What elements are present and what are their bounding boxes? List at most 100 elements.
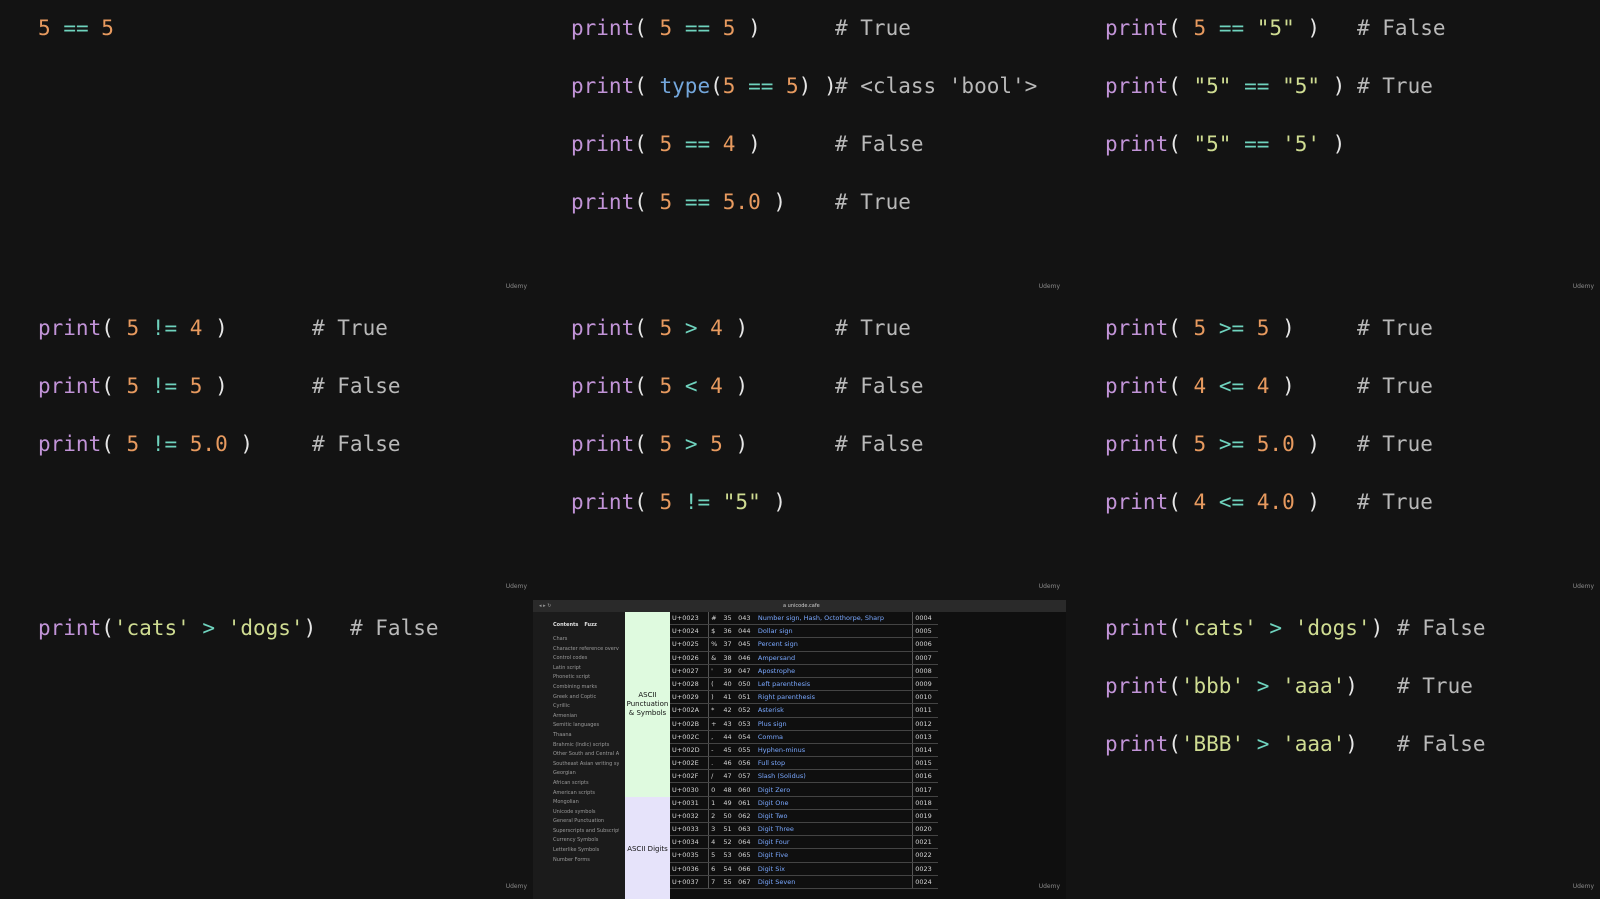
sidebar-item[interactable]: Mongolian bbox=[553, 799, 619, 809]
table-cell[interactable]: Full stop bbox=[755, 756, 913, 771]
table-cell[interactable]: Percent sign bbox=[755, 637, 913, 652]
table-row: U+0032 2 50 062 Digit Two 0019 bbox=[670, 809, 938, 824]
sidebar-item[interactable]: Unicode symbols bbox=[553, 809, 619, 819]
table-cell: U+002D bbox=[670, 743, 709, 758]
table-cell: U+002C bbox=[670, 730, 709, 744]
table-cell: 0010 bbox=[912, 690, 938, 705]
sidebar-item[interactable]: Semitic languages bbox=[553, 722, 619, 732]
table-cell: U+0023 bbox=[670, 612, 709, 626]
table-cell: 44 bbox=[721, 730, 737, 744]
code-comment: # <class 'bool'> bbox=[835, 74, 1038, 98]
table-cell: 046 bbox=[736, 651, 756, 665]
sidebar-item[interactable]: Brahmic (Indic) scripts bbox=[553, 742, 619, 752]
slide-panel-3: print( 5 == "5" ) # False print( "5" == "5… bbox=[1067, 0, 1600, 299]
code-comment: # True bbox=[1357, 74, 1433, 98]
sidebar-item[interactable]: Chars bbox=[553, 636, 619, 646]
table-cell: U+0026 bbox=[670, 651, 709, 665]
table-cell[interactable]: Asterisk bbox=[755, 703, 913, 718]
table-cell: 50 bbox=[721, 809, 737, 824]
table-cell: 53 bbox=[721, 848, 737, 863]
table-cell[interactable]: Digit One bbox=[755, 796, 913, 810]
group-cell: ASCII Punctuation & Symbols bbox=[625, 612, 670, 797]
table-cell: U+0029 bbox=[670, 690, 709, 705]
table-cell[interactable]: Comma bbox=[755, 730, 913, 744]
table-cell[interactable]: Digit Zero bbox=[755, 782, 913, 797]
table-cell[interactable]: Digit Two bbox=[755, 809, 913, 824]
table-cell[interactable]: Ampersand bbox=[755, 651, 913, 665]
table-cell[interactable]: Plus sign bbox=[755, 717, 913, 731]
sidebar-item[interactable]: Number Forms bbox=[553, 857, 619, 867]
table-cell: 35 bbox=[721, 612, 737, 626]
sidebar-item[interactable]: Cyrillic bbox=[553, 703, 619, 713]
table-row: U+0026 & 38 046 Ampersand 0007 bbox=[670, 651, 938, 665]
sidebar-item[interactable]: Superscripts and Subscripts bbox=[553, 828, 619, 838]
sidebar-tab[interactable]: Fuzz bbox=[584, 622, 597, 628]
sidebar-item[interactable]: American scripts bbox=[553, 790, 619, 800]
sidebar-item[interactable]: Thaana bbox=[553, 732, 619, 742]
table-cell[interactable]: Apostrophe bbox=[755, 664, 913, 678]
table-cell[interactable]: Digit Six bbox=[755, 862, 913, 876]
browser-nav-controls[interactable]: ◂ ▸ ↻ bbox=[539, 603, 551, 609]
sidebar-item[interactable]: Georgian bbox=[553, 770, 619, 780]
table-row: U+0027 ' 39 047 Apostrophe 0008 bbox=[670, 664, 938, 678]
sidebar-item[interactable]: Other South and Central Asian writing sy… bbox=[553, 751, 619, 761]
code-line: print( type(5 == 5) ) bbox=[571, 74, 837, 98]
table-cell: U+0031 bbox=[670, 796, 709, 810]
sidebar-item[interactable]: Character reference overview bbox=[553, 646, 619, 656]
table-row: U+002B +43 053 Plus sign 0012 bbox=[670, 717, 938, 731]
table-cell: % bbox=[708, 637, 722, 652]
table-cell[interactable]: Left parenthesis bbox=[755, 677, 913, 692]
udemy-watermark: Udemy bbox=[1038, 283, 1060, 290]
code-comment: # True bbox=[835, 16, 911, 40]
code-line: print( 5 == 5 ) bbox=[571, 16, 761, 40]
sidebar-item[interactable]: Currency Symbols bbox=[553, 837, 619, 847]
table-cell[interactable]: Digit Five bbox=[755, 848, 913, 863]
table-cell: / bbox=[708, 769, 722, 784]
sidebar-item[interactable]: African scripts bbox=[553, 780, 619, 790]
address-bar[interactable]: a unicode.cafe bbox=[783, 603, 820, 609]
slide-panel-4: print( 5 != 4 ) # True print( 5 != 5 ) # Fa… bbox=[0, 300, 533, 599]
table-cell: 045 bbox=[736, 637, 756, 652]
table-row: U+0034 4 52 064 Digit Four 0021 bbox=[670, 835, 938, 850]
table-row: U+0028(40 050 Left parenthesis 0009 bbox=[670, 677, 938, 692]
table-cell[interactable]: Hyphen-minus bbox=[755, 743, 913, 758]
table-cell[interactable]: Right parenthesis bbox=[755, 690, 913, 705]
browser-toolbar: ◂ ▸ ↻ a unicode.cafe bbox=[533, 600, 1066, 612]
code-comment: # False bbox=[350, 616, 439, 640]
sidebar-item[interactable]: Letterlike Symbols bbox=[553, 847, 619, 857]
table-cell: 0019 bbox=[912, 809, 938, 824]
sidebar-item[interactable]: Armenian bbox=[553, 713, 619, 723]
table-cell: ' bbox=[708, 664, 722, 678]
table-cell[interactable]: Digit Three bbox=[755, 822, 913, 837]
table-cell: U+002F bbox=[670, 769, 709, 784]
table-cell: U+0028 bbox=[670, 677, 709, 692]
table-row: U+0036 6 54 066 Digit Six 0023 bbox=[670, 862, 938, 876]
sidebar-item[interactable]: General Punctuation bbox=[553, 818, 619, 828]
table-row: U+0025% 37 045 Percent sign 0006 bbox=[670, 637, 938, 652]
table-cell: 0022 bbox=[912, 848, 938, 863]
contents-sidebar: Contents Fuzz Chars Character reference ove… bbox=[533, 612, 625, 899]
sidebar-item[interactable]: Latin script bbox=[553, 665, 619, 675]
code-line: print( 5 == 5.0 ) bbox=[571, 190, 787, 214]
table-cell[interactable]: Number sign, Hash, Octothorpe, Sharp bbox=[755, 612, 913, 626]
sidebar-item[interactable]: Combining marks bbox=[553, 684, 619, 694]
ascii-table: U+0023 #35 043 Number sign, Hash, Octothorp… bbox=[670, 612, 938, 889]
table-cell: 0023 bbox=[912, 862, 938, 876]
table-cell[interactable]: Slash (Solidus) bbox=[755, 769, 913, 784]
sidebar-tab[interactable]: Contents bbox=[553, 622, 578, 628]
table-cell: 1 bbox=[708, 796, 722, 810]
table-cell[interactable]: Dollar sign bbox=[755, 624, 913, 639]
table-cell: 055 bbox=[736, 743, 756, 758]
table-cell: 0017 bbox=[912, 782, 938, 797]
table-row: U+0035 5 53 065 Digit Five 0022 bbox=[670, 848, 938, 863]
table-cell[interactable]: Digit Seven bbox=[755, 875, 913, 889]
sidebar-item[interactable]: Southeast Asian writing systems bbox=[553, 761, 619, 771]
table-cell: U+0035 bbox=[670, 848, 709, 863]
code-comment: # True bbox=[1357, 490, 1433, 514]
table-cell[interactable]: Digit Four bbox=[755, 835, 913, 850]
table-cell: U+0025 bbox=[670, 637, 709, 652]
sidebar-item[interactable]: Greek and Coptic bbox=[553, 694, 619, 704]
table-cell: 0007 bbox=[912, 651, 938, 665]
sidebar-item[interactable]: Control codes bbox=[553, 655, 619, 665]
sidebar-item[interactable]: Phonetic script bbox=[553, 674, 619, 684]
